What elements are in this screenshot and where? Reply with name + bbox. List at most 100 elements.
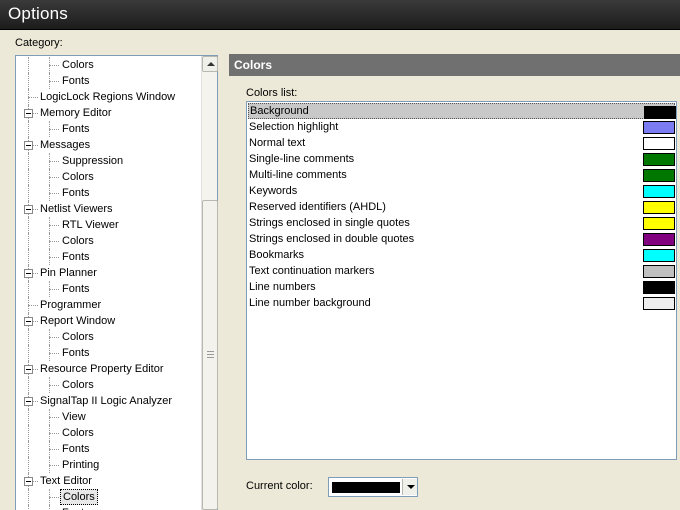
color-list-item[interactable]: Single-line comments [248, 151, 675, 167]
colors-list[interactable]: Background Selection highlight Normal text… [246, 101, 677, 460]
tree-item-label: Programmer [40, 299, 102, 311]
color-list-item[interactable]: Strings enclosed in single quotes [248, 215, 675, 231]
tree-item[interactable]: Suppression [16, 153, 202, 169]
tree-item[interactable]: SignalTap II Logic Analyzer [16, 393, 202, 409]
color-list-item[interactable]: Background [248, 103, 676, 119]
color-list-item[interactable]: Normal text [248, 135, 675, 151]
tree-item-label: SignalTap II Logic Analyzer [40, 395, 173, 407]
tree-item[interactable]: Colors [16, 425, 202, 441]
tree-item[interactable]: View [16, 409, 202, 425]
tree-connector [28, 169, 29, 185]
category-tree-scrollbar[interactable] [201, 56, 218, 510]
tree-item[interactable]: Colors [16, 233, 202, 249]
color-item-name: Multi-line comments [249, 169, 347, 181]
color-swatch [643, 137, 675, 150]
tree-connector [49, 353, 59, 354]
collapse-icon[interactable] [24, 269, 33, 278]
tree-item-label: Memory Editor [40, 107, 112, 119]
tree-item-label: Printing [62, 459, 100, 471]
tree-item-label: Fonts [62, 283, 90, 295]
tree-item[interactable]: Netlist Viewers [16, 201, 202, 217]
tree-item[interactable]: Fonts [16, 249, 202, 265]
tree-item-label: Netlist Viewers [40, 203, 113, 215]
collapse-icon[interactable] [24, 317, 33, 326]
scroll-thumb[interactable] [202, 200, 218, 510]
tree-connector [28, 121, 29, 137]
tree-connector [49, 289, 59, 290]
color-item-name: Text continuation markers [249, 265, 375, 277]
tree-item[interactable]: Fonts [16, 73, 202, 89]
color-swatch [643, 121, 675, 134]
tree-item[interactable]: Fonts [16, 345, 202, 361]
collapse-icon[interactable] [24, 141, 33, 150]
color-list-item[interactable]: Strings enclosed in double quotes [248, 231, 675, 247]
collapse-icon[interactable] [24, 477, 33, 486]
tree-item[interactable]: Fonts [16, 281, 202, 297]
tree-item[interactable]: Colors [16, 57, 202, 73]
tree-connector [28, 377, 29, 393]
tree-item[interactable]: Programmer [16, 297, 202, 313]
tree-item[interactable]: Fonts [16, 505, 202, 510]
tree-item-label: Text Editor [40, 475, 92, 487]
tree-item[interactable]: Colors [16, 169, 202, 185]
tree-item[interactable]: LogicLock Regions Window [16, 89, 202, 105]
color-list-item[interactable]: Keywords [248, 183, 675, 199]
color-item-name: Single-line comments [249, 153, 355, 165]
tree-connector [49, 465, 59, 466]
collapse-icon[interactable] [24, 397, 33, 406]
color-swatch [644, 106, 676, 119]
current-color-dropdown[interactable] [328, 477, 418, 497]
tree-item-label: Fonts [62, 443, 90, 455]
tree-connector [49, 65, 59, 66]
tree-item[interactable]: Fonts [16, 185, 202, 201]
tree-connector [28, 185, 29, 201]
color-swatch [643, 249, 675, 262]
color-list-item[interactable]: Reserved identifiers (AHDL) [248, 199, 675, 215]
tree-connector [28, 57, 29, 73]
tree-item[interactable]: Resource Property Editor [16, 361, 202, 377]
scroll-up-button[interactable] [202, 56, 218, 72]
color-list-item[interactable]: Multi-line comments [248, 167, 675, 183]
category-tree[interactable]: Colors Fonts LogicLock Regions Window Memor… [15, 55, 218, 510]
color-swatch [643, 169, 675, 182]
color-list-item[interactable]: Text continuation markers [248, 263, 675, 279]
tree-item[interactable]: Pin Planner [16, 265, 202, 281]
tree-item[interactable]: Messages [16, 137, 202, 153]
color-swatch [643, 233, 675, 246]
panel-header: Colors [229, 54, 680, 76]
current-color-swatch [332, 482, 400, 493]
grip-line-icon [207, 354, 214, 355]
tree-item[interactable]: Report Window [16, 313, 202, 329]
tree-item[interactable]: Colors [16, 489, 202, 505]
color-item-name: Selection highlight [249, 121, 339, 133]
color-list-item[interactable]: Line numbers [248, 279, 675, 295]
tree-item[interactable]: RTL Viewer [16, 217, 202, 233]
collapse-icon[interactable] [24, 205, 33, 214]
category-label: Category: [15, 37, 63, 49]
tree-item-label: View [62, 411, 86, 423]
color-list-item[interactable]: Selection highlight [248, 119, 675, 135]
color-item-name: Strings enclosed in double quotes [249, 233, 415, 245]
tree-item[interactable]: Text Editor [16, 473, 202, 489]
tree-connector [49, 497, 59, 498]
tree-item[interactable]: Printing [16, 457, 202, 473]
chevron-down-icon[interactable] [402, 479, 417, 495]
collapse-icon[interactable] [24, 365, 33, 374]
color-list-item[interactable]: Line number background [248, 295, 675, 311]
tree-connector [28, 281, 29, 297]
collapse-icon[interactable] [24, 109, 33, 118]
tree-connector [28, 233, 29, 249]
color-swatch [643, 185, 675, 198]
tree-connector [28, 217, 29, 233]
tree-item[interactable]: Fonts [16, 441, 202, 457]
tree-item[interactable]: Memory Editor [16, 105, 202, 121]
tree-item-label: Fonts [62, 347, 90, 359]
tree-item[interactable]: Colors [16, 377, 202, 393]
chevron-up-icon [207, 62, 215, 66]
tree-connector [28, 73, 29, 89]
tree-item[interactable]: Colors [16, 329, 202, 345]
color-list-item[interactable]: Bookmarks [248, 247, 675, 263]
tree-item[interactable]: Fonts [16, 121, 202, 137]
tree-connector [49, 129, 59, 130]
tree-connector [28, 97, 38, 98]
